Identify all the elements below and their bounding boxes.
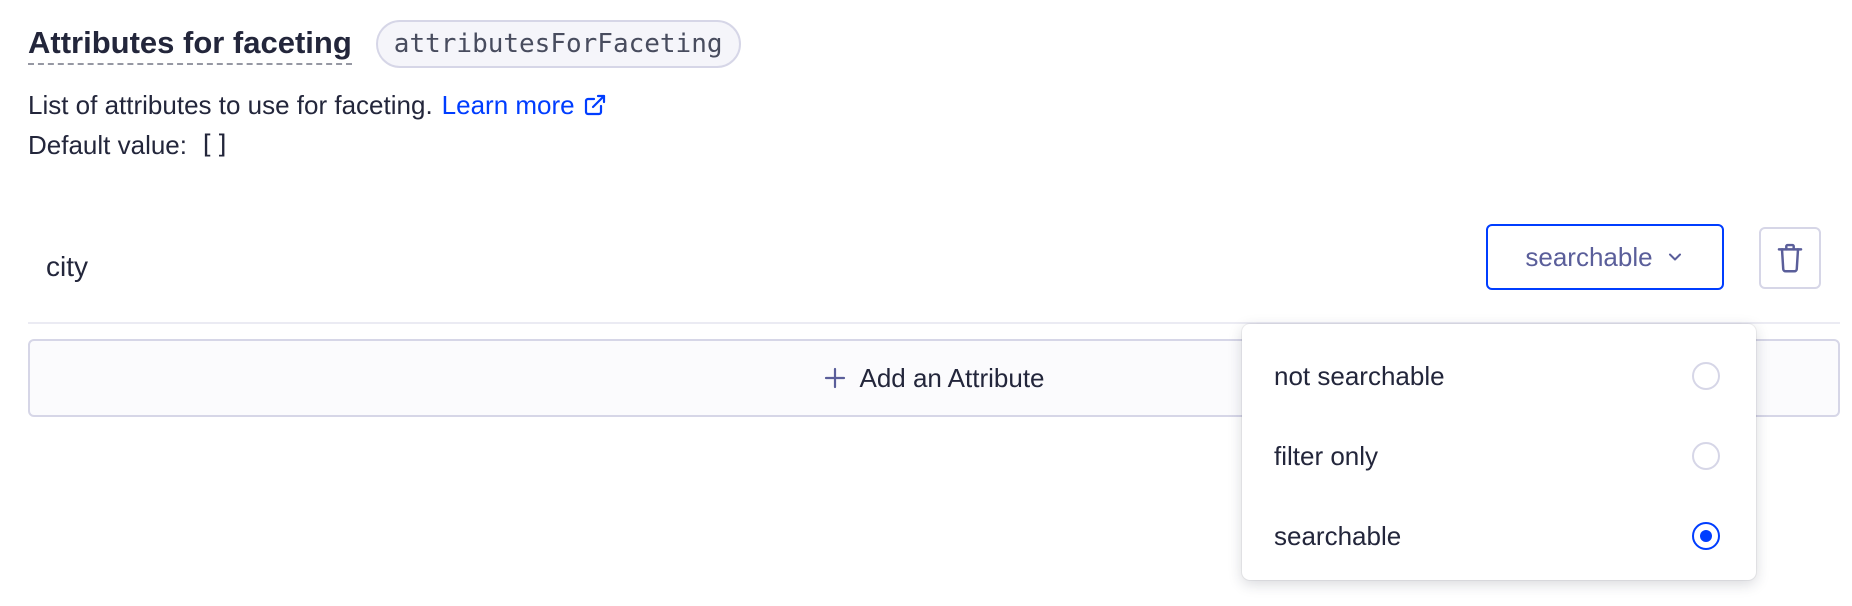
- default-value-line: Default value: []: [28, 126, 230, 164]
- option-label: filter only: [1274, 440, 1379, 471]
- attribute-name: city: [46, 251, 88, 282]
- external-link-icon: [584, 94, 605, 116]
- param-name-chip: attributesForFaceting: [375, 20, 741, 68]
- radio-checked-icon[interactable]: [1692, 522, 1720, 550]
- section-header: Attributes for faceting attributesForFac…: [28, 20, 741, 68]
- faceting-section: Attributes for faceting attributesForFac…: [28, 0, 1840, 606]
- radio-unchecked-icon[interactable]: [1692, 442, 1720, 470]
- facet-mode-value: searchable: [1525, 241, 1653, 272]
- section-title[interactable]: Attributes for faceting: [28, 24, 352, 65]
- dropdown-option-filter-only[interactable]: filter only: [1242, 416, 1756, 496]
- facet-mode-dropdown: not searchable filter only searchable: [1242, 324, 1756, 580]
- dropdown-option-not-searchable[interactable]: not searchable: [1242, 336, 1756, 416]
- learn-more-label: Learn more: [441, 90, 575, 120]
- chevron-down-icon: [1668, 253, 1681, 261]
- plus-icon: [825, 367, 846, 389]
- add-attribute-label: Add an Attribute: [859, 362, 1045, 393]
- default-value: []: [198, 130, 231, 160]
- radio-dot: [1700, 530, 1712, 542]
- description-text: List of attributes to use for faceting.: [28, 90, 433, 120]
- default-value-label: Default value:: [28, 130, 187, 160]
- section-description: List of attributes to use for faceting. …: [28, 86, 607, 124]
- delete-attribute-button[interactable]: [1759, 227, 1821, 289]
- facet-mode-select[interactable]: searchable: [1486, 224, 1724, 290]
- dropdown-option-searchable[interactable]: searchable: [1242, 496, 1756, 576]
- trash-icon: [1777, 243, 1803, 273]
- option-label: not searchable: [1274, 360, 1445, 391]
- option-label: searchable: [1274, 520, 1402, 551]
- learn-more-link[interactable]: Learn more: [442, 86, 607, 124]
- radio-unchecked-icon[interactable]: [1692, 362, 1720, 390]
- attribute-row: city searchable: [28, 222, 1840, 324]
